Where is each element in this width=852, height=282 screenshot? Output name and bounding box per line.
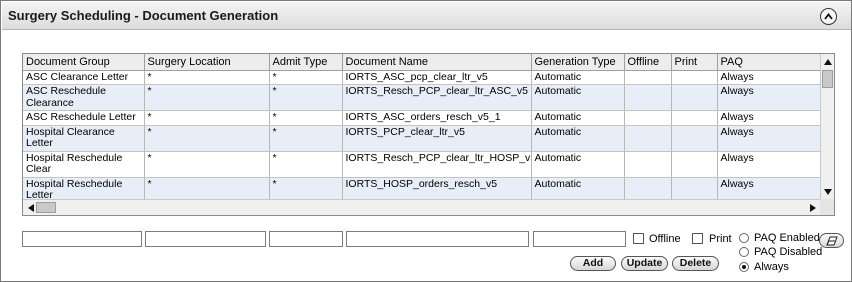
vertical-scroll-thumb[interactable] <box>822 70 833 88</box>
cell-document-name: IORTS_Resch_PCP_clear_ltr_HOSP_v5 <box>342 151 532 178</box>
paq-disabled-radio[interactable] <box>739 247 749 257</box>
triangle-left-icon[interactable] <box>26 203 35 212</box>
cell-paq: Always <box>717 151 821 178</box>
horizontal-scroll-thumb[interactable] <box>36 202 56 213</box>
column-header-surgery-location[interactable]: Surgery Location <box>144 54 270 71</box>
paq-always-label: Always <box>754 261 789 273</box>
document-generation-panel: Surgery Scheduling - Document Generation… <box>0 0 852 282</box>
cell-print <box>671 125 718 152</box>
table-row[interactable]: Hospital Reschedule Clear * * IORTS_Resc… <box>23 151 821 178</box>
cell-admit-type: * <box>269 151 343 178</box>
cell-generation-type: Automatic <box>531 110 625 126</box>
cell-document-group: ASC Reschedule Clearance <box>23 84 145 111</box>
cell-document-group: ASC Reschedule Letter <box>23 110 145 126</box>
cell-paq: Always <box>717 84 821 111</box>
cell-surgery-location: * <box>144 70 270 85</box>
collapse-icon[interactable] <box>820 8 837 25</box>
column-header-paq[interactable]: PAQ <box>717 54 821 71</box>
cell-print <box>671 110 718 126</box>
cell-print <box>671 151 718 178</box>
column-header-document-group[interactable]: Document Group <box>23 54 145 71</box>
cell-surgery-location: * <box>144 151 270 178</box>
add-button[interactable]: Add <box>570 256 616 271</box>
update-button[interactable]: Update <box>621 256 668 271</box>
cell-generation-type: Automatic <box>531 84 625 111</box>
cell-document-name: IORTS_PCP_clear_ltr_v5 <box>342 125 532 152</box>
cell-admit-type: * <box>269 70 343 85</box>
cell-document-name: IORTS_ASC_pcp_clear_ltr_v5 <box>342 70 532 85</box>
panel-header: Surgery Scheduling - Document Generation <box>2 2 851 30</box>
paq-enabled-label: PAQ Enabled <box>754 232 820 244</box>
cell-print <box>671 70 718 85</box>
cell-offline <box>624 125 672 152</box>
print-checkbox[interactable] <box>692 233 703 244</box>
cell-document-name: IORTS_Resch_PCP_clear_ltr_ASC_v5 <box>342 84 532 111</box>
document-group-input[interactable] <box>22 231 142 247</box>
triangle-down-icon[interactable] <box>823 187 832 196</box>
column-header-print[interactable]: Print <box>671 54 718 71</box>
cell-surgery-location: * <box>144 110 270 126</box>
column-header-generation-type[interactable]: Generation Type <box>531 54 625 71</box>
horizontal-scrollbar[interactable] <box>23 199 820 215</box>
column-header-admit-type[interactable]: Admit Type <box>269 54 343 71</box>
paq-enabled-radio[interactable] <box>739 233 749 243</box>
documents-table: Document Group Surgery Location Admit Ty… <box>23 54 821 204</box>
cell-document-group: Hospital Clearance Letter <box>23 125 145 152</box>
cell-admit-type: * <box>269 110 343 126</box>
column-header-document-name[interactable]: Document Name <box>342 54 532 71</box>
cell-paq: Always <box>717 110 821 126</box>
table-header-row: Document Group Surgery Location Admit Ty… <box>23 54 821 71</box>
panel-title: Surgery Scheduling - Document Generation <box>8 8 279 23</box>
print-label: Print <box>709 233 732 245</box>
delete-button[interactable]: Delete <box>672 256 719 271</box>
cell-document-group: ASC Clearance Letter <box>23 70 145 85</box>
column-header-offline[interactable]: Offline <box>624 54 672 71</box>
table-row[interactable]: ASC Reschedule Clearance * * IORTS_Resch… <box>23 84 821 111</box>
table-row[interactable]: ASC Reschedule Letter * * IORTS_ASC_orde… <box>23 110 821 126</box>
cell-generation-type: Automatic <box>531 125 625 152</box>
vertical-scrollbar[interactable] <box>820 54 834 199</box>
cell-document-name: IORTS_ASC_orders_resch_v5_1 <box>342 110 532 126</box>
cell-paq: Always <box>717 125 821 152</box>
documents-grid: Document Group Surgery Location Admit Ty… <box>22 53 835 216</box>
admit-type-input[interactable] <box>269 231 343 247</box>
cell-document-group: Hospital Reschedule Clear <box>23 151 145 178</box>
triangle-right-icon[interactable] <box>808 203 817 212</box>
paq-always-radio[interactable] <box>739 262 749 272</box>
triangle-up-icon[interactable] <box>823 57 832 66</box>
cell-admit-type: * <box>269 84 343 111</box>
offline-checkbox[interactable] <box>633 233 644 244</box>
cell-offline <box>624 110 672 126</box>
cell-surgery-location: * <box>144 125 270 152</box>
table-row[interactable]: ASC Clearance Letter * * IORTS_ASC_pcp_c… <box>23 70 821 85</box>
cell-print <box>671 84 718 111</box>
cell-generation-type: Automatic <box>531 70 625 85</box>
table-row[interactable]: Hospital Clearance Letter * * IORTS_PCP_… <box>23 125 821 152</box>
paq-disabled-label: PAQ Disabled <box>754 246 823 258</box>
cell-offline <box>624 151 672 178</box>
offline-label: Offline <box>649 233 681 245</box>
cell-offline <box>624 70 672 85</box>
cell-admit-type: * <box>269 125 343 152</box>
cell-offline <box>624 84 672 111</box>
eraser-icon[interactable] <box>819 233 844 248</box>
cell-surgery-location: * <box>144 84 270 111</box>
surgery-location-input[interactable] <box>145 231 266 247</box>
cell-generation-type: Automatic <box>531 151 625 178</box>
generation-type-input[interactable] <box>533 231 626 247</box>
scrollbar-corner <box>820 199 834 215</box>
document-name-input[interactable] <box>346 231 529 247</box>
cell-paq: Always <box>717 70 821 85</box>
